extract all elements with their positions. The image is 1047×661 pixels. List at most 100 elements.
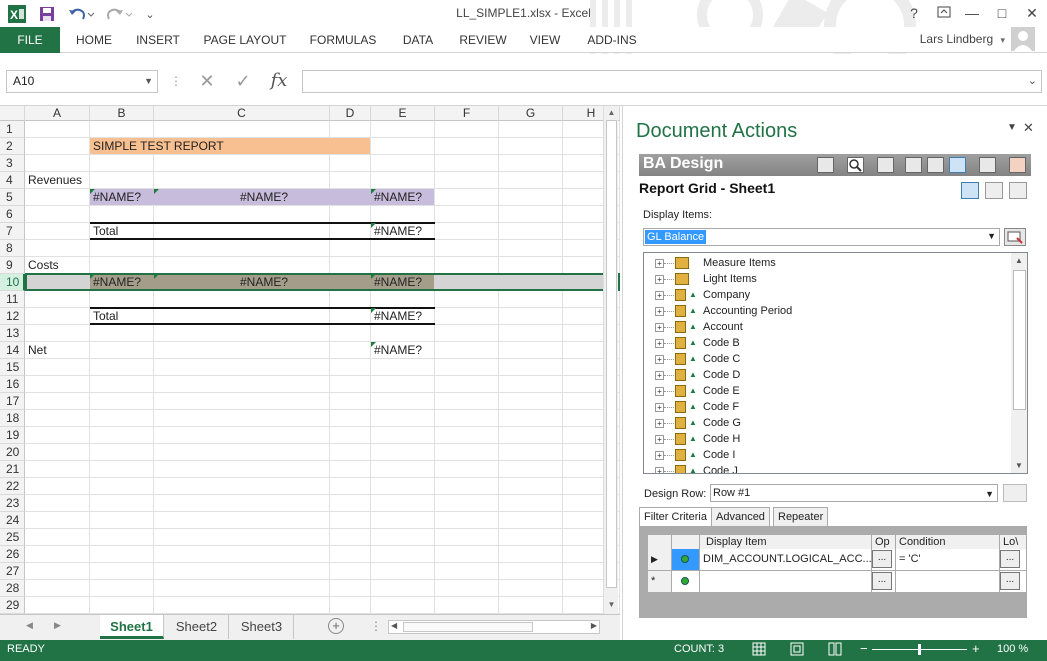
- zoom-level[interactable]: 100 %: [997, 643, 1028, 655]
- row-header-7[interactable]: 7: [0, 223, 25, 240]
- tab-advanced[interactable]: Advanced: [711, 507, 770, 527]
- tab-file[interactable]: FILE: [0, 27, 60, 53]
- expand-icon[interactable]: +: [655, 307, 664, 316]
- row-status-cell[interactable]: [672, 571, 700, 593]
- tree-item[interactable]: + ▲ Code J: [644, 463, 1010, 473]
- lo-picker-button[interactable]: ...: [1000, 550, 1020, 568]
- tree-item[interactable]: + ▲ Accounting Period: [644, 303, 1010, 319]
- chevron-down-icon[interactable]: ▼: [985, 486, 994, 502]
- row-header-13[interactable]: 13: [0, 325, 25, 342]
- avatar[interactable]: [1011, 27, 1039, 53]
- tab-add-ins[interactable]: ADD-INS: [578, 27, 646, 53]
- tree-item[interactable]: + Light Items: [644, 271, 1010, 287]
- row-header-1[interactable]: 1: [0, 121, 25, 138]
- minimize-button[interactable]: —: [958, 3, 986, 23]
- row-header-23[interactable]: 23: [0, 495, 25, 512]
- insert-function-icon[interactable]: fx: [264, 68, 294, 94]
- user-account[interactable]: Lars Lindberg ▾: [920, 32, 1005, 46]
- error-indicator-icon[interactable]: [371, 342, 376, 347]
- grid-header-op[interactable]: Op: [872, 535, 896, 549]
- sheet-tab-sheet3[interactable]: Sheet3: [230, 615, 294, 639]
- row-header-27[interactable]: 27: [0, 563, 25, 580]
- tree-item[interactable]: + ▲ Code F: [644, 399, 1010, 415]
- row-header-6[interactable]: 6: [0, 206, 25, 223]
- row-header-9[interactable]: 9: [0, 257, 25, 274]
- error-indicator-icon[interactable]: [154, 274, 159, 279]
- row-header-5[interactable]: 5: [0, 189, 25, 206]
- filter-condition-cell[interactable]: [896, 571, 1000, 593]
- cell-a9[interactable]: Costs: [25, 257, 170, 273]
- column-header-d[interactable]: D: [330, 106, 371, 121]
- normal-view-icon[interactable]: [752, 642, 766, 659]
- error-indicator-icon[interactable]: [371, 274, 376, 279]
- pane-close-icon[interactable]: ✕: [1023, 120, 1034, 136]
- expand-icon[interactable]: +: [655, 451, 664, 460]
- grid-header-condition[interactable]: Condition: [896, 535, 1000, 549]
- filter-op-cell[interactable]: ...: [872, 549, 896, 571]
- expand-formula-icon[interactable]: ⌄: [1028, 74, 1037, 87]
- column-header-a[interactable]: A: [25, 106, 90, 121]
- cell-e10[interactable]: #NAME?: [371, 274, 515, 290]
- name-box[interactable]: A10 ▼: [6, 70, 158, 93]
- scroll-down-icon[interactable]: ▼: [604, 600, 619, 612]
- row-header-15[interactable]: 15: [0, 359, 25, 376]
- tree-item[interactable]: + ▲ Code D: [644, 367, 1010, 383]
- design-row-select[interactable]: Row #1 ▼: [710, 484, 998, 502]
- filter-lo-cell[interactable]: ...: [1000, 571, 1027, 593]
- copy-icon[interactable]: [905, 157, 922, 173]
- tree-item[interactable]: + ▲ Code H: [644, 431, 1010, 447]
- op-picker-button[interactable]: ...: [872, 550, 892, 568]
- zoom-out-icon[interactable]: −: [860, 641, 868, 656]
- error-indicator-icon[interactable]: [371, 308, 376, 313]
- tree-scroll-thumb[interactable]: [1013, 270, 1026, 410]
- expand-icon[interactable]: +: [655, 435, 664, 444]
- page-icon[interactable]: [927, 157, 944, 173]
- tab-formulas[interactable]: FORMULAS: [304, 27, 382, 53]
- cell-b7[interactable]: Total: [90, 223, 234, 239]
- row-header-24[interactable]: 24: [0, 512, 25, 529]
- filter-display-item-cell[interactable]: DIM_ACCOUNT.LOGICAL_ACC...: [700, 549, 872, 571]
- error-indicator-icon[interactable]: [371, 223, 376, 228]
- report-grid-columns-icon[interactable]: [985, 182, 1003, 199]
- scroll-right-icon[interactable]: ▶: [591, 621, 597, 630]
- row-header-18[interactable]: 18: [0, 410, 25, 427]
- grid-header-lo[interactable]: Lo\: [1000, 535, 1027, 549]
- vertical-scrollbar[interactable]: ▲ ▼: [603, 106, 618, 614]
- display-items-browse-icon[interactable]: [1004, 228, 1026, 246]
- settings-icon[interactable]: [877, 157, 894, 173]
- maximize-button[interactable]: □: [988, 3, 1016, 23]
- error-indicator-icon[interactable]: [90, 189, 95, 194]
- cell-e12[interactable]: #NAME?: [371, 308, 515, 324]
- row-header-26[interactable]: 26: [0, 546, 25, 563]
- formula-input[interactable]: ⌄: [302, 70, 1042, 93]
- column-header-g[interactable]: G: [499, 106, 563, 121]
- tab-split-grip-icon[interactable]: ⋮: [370, 619, 382, 633]
- horizontal-scroll-thumb[interactable]: [403, 622, 533, 632]
- tab-filter-criteria[interactable]: Filter Criteria: [639, 507, 712, 528]
- column-header-b[interactable]: B: [90, 106, 154, 121]
- error-indicator-icon[interactable]: [90, 274, 95, 279]
- row-header-20[interactable]: 20: [0, 444, 25, 461]
- row-status-cell[interactable]: [672, 549, 700, 571]
- row-header-16[interactable]: 16: [0, 376, 25, 393]
- report-grid-table-icon[interactable]: [961, 182, 979, 199]
- ribbon-display-options-button[interactable]: [930, 3, 958, 23]
- row-header-3[interactable]: 3: [0, 155, 25, 172]
- row-header-14[interactable]: 14: [0, 342, 25, 359]
- tree-item[interactable]: + ▲ Company: [644, 287, 1010, 303]
- row-header-22[interactable]: 22: [0, 478, 25, 495]
- zoom-slider-thumb[interactable]: [918, 644, 921, 655]
- expand-icon[interactable]: +: [655, 403, 664, 412]
- delete-row-icon[interactable]: [1003, 484, 1027, 502]
- new-sheet-icon[interactable]: +: [328, 618, 344, 634]
- error-indicator-icon[interactable]: [154, 189, 159, 194]
- chevron-down-icon[interactable]: ▼: [987, 231, 996, 241]
- tab-repeater[interactable]: Repeater: [773, 507, 829, 527]
- row-header-11[interactable]: 11: [0, 291, 25, 308]
- row-header-28[interactable]: 28: [0, 580, 25, 597]
- tab-page-layout[interactable]: PAGE LAYOUT: [198, 27, 292, 53]
- next-sheet-icon[interactable]: ▶: [54, 620, 61, 631]
- row-header-8[interactable]: 8: [0, 240, 25, 257]
- export-icon[interactable]: [1009, 157, 1026, 173]
- search-icon[interactable]: [847, 157, 864, 173]
